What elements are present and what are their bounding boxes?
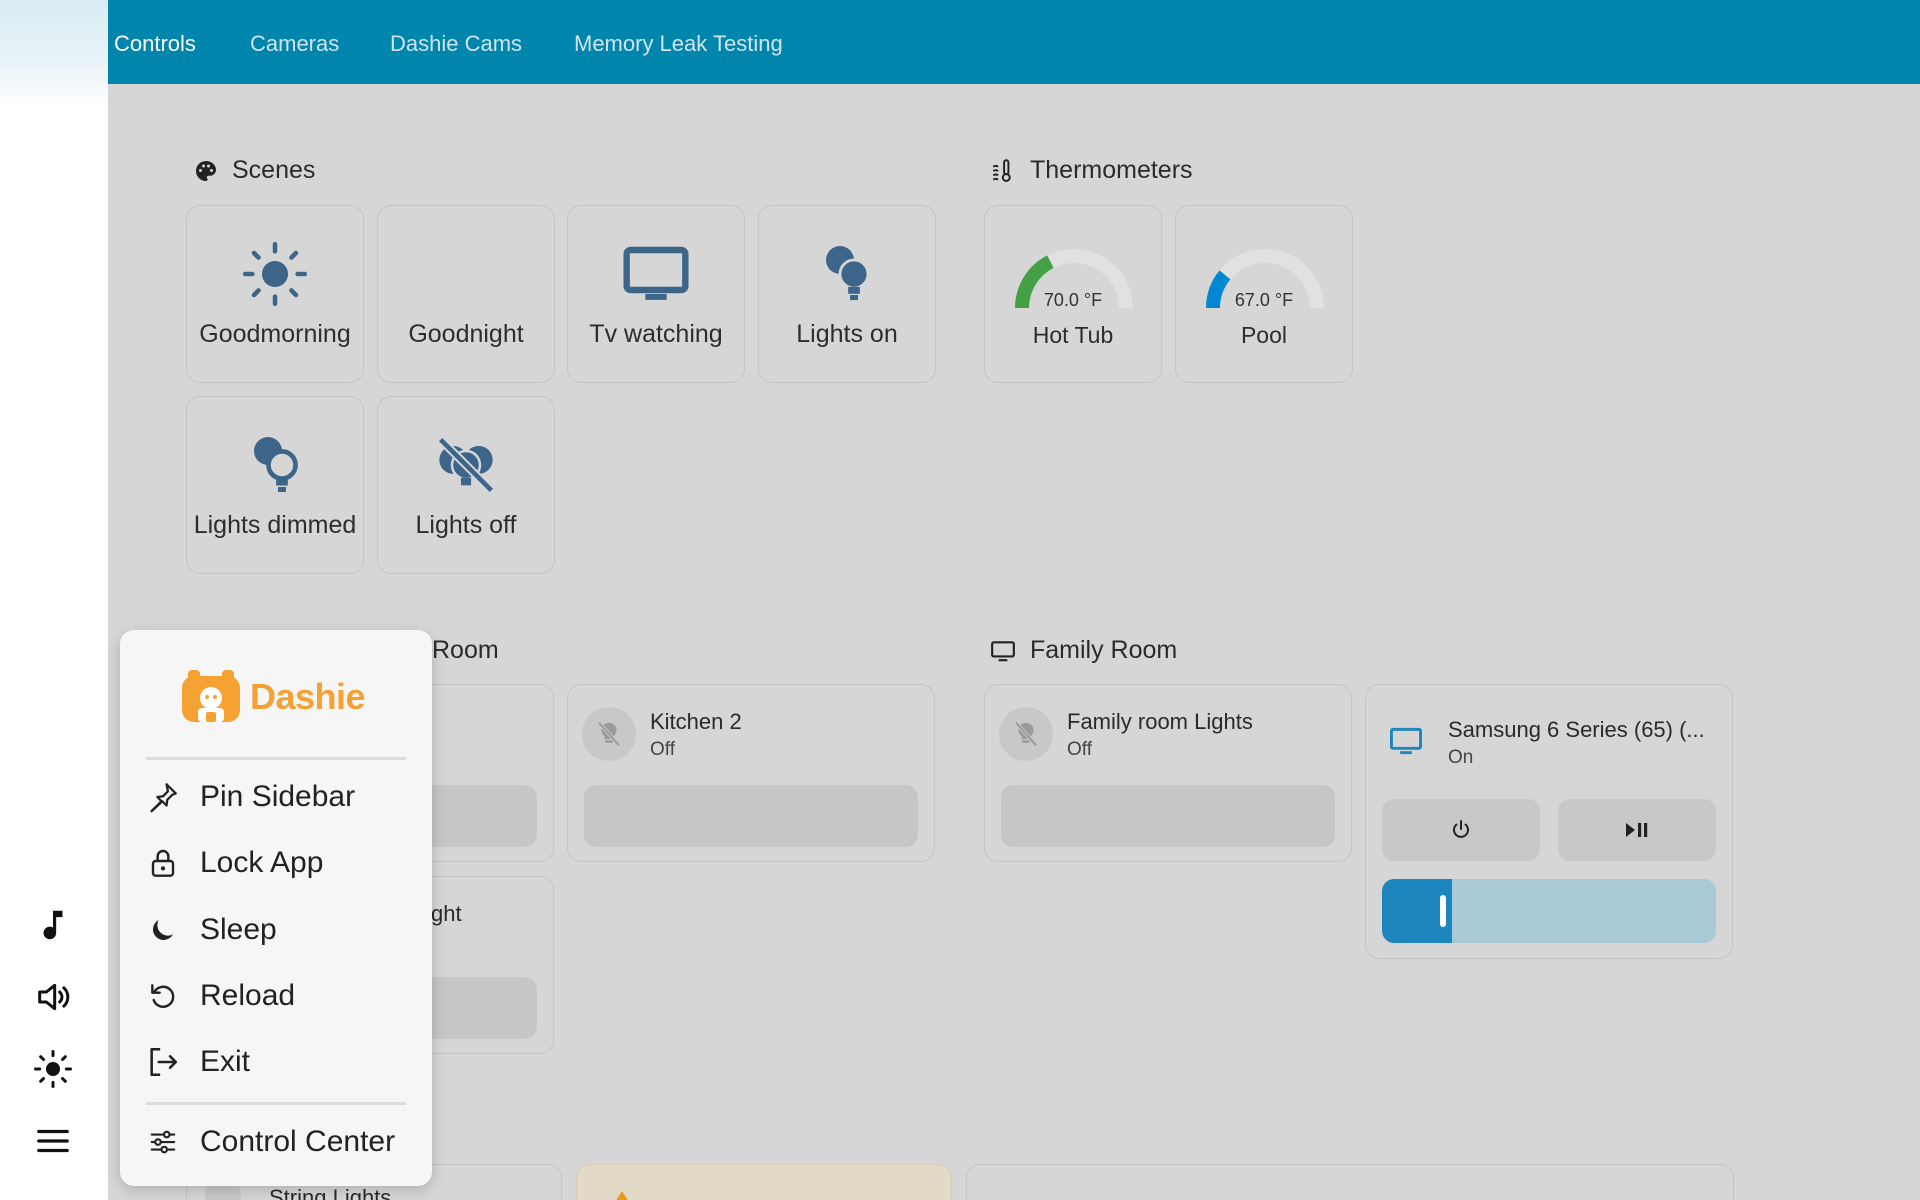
play-pause-button[interactable] [1558,799,1716,861]
light-state: Off [650,739,675,760]
tab-controls[interactable]: Controls [114,31,196,57]
pool-thermometer-icon [992,158,1011,182]
light-name: String Lights [269,1185,392,1200]
menu-item-label: Pin Sidebar [200,780,356,813]
menu-item-label: Reload [200,979,296,1012]
scene-lights-on[interactable]: Lights on [758,205,936,383]
menu-item-lock-app[interactable]: Lock App [146,838,422,888]
menu-item-control-center[interactable]: Control Center [146,1117,422,1167]
exit-icon [146,1045,180,1079]
temperature-value: 70.0 °F [1043,290,1103,310]
family-room-heading: Family Room [990,636,1177,665]
scene-tv-watching[interactable]: Tv watching [567,205,745,383]
bulb-dimmed-icon [247,431,303,499]
sun-icon [241,240,309,308]
light-card-family-room[interactable]: Family room Lights Off [984,684,1352,862]
pin-icon [146,780,180,814]
tune-icon [146,1125,180,1159]
menu-item-label: Lock App [200,846,324,879]
tab-dashie-cams[interactable]: Dashie Cams [390,31,522,57]
lock-icon [146,846,180,880]
top-nav-bar: Controls Cameras Dashie Cams Memory Leak… [108,0,1920,84]
menu-item-exit[interactable]: Exit [146,1037,422,1087]
media-player-state: On [1448,747,1474,768]
light-state: Off [1067,739,1092,760]
rail-logo-area [0,0,108,108]
thermometers-title: Thermometers [1030,156,1193,184]
scene-label: Lights on [796,320,898,348]
menu-item-label: Exit [200,1045,251,1078]
tab-cameras[interactable]: Cameras [250,31,339,57]
bulbs-on-icon [819,240,875,308]
moon-icon [146,913,180,947]
volume-thumb[interactable] [1440,895,1446,927]
menu-item-label: Sleep [200,913,277,946]
menu-item-pin-sidebar[interactable]: Pin Sidebar [146,772,422,822]
scene-lights-off[interactable]: Lights off [377,396,555,574]
menu-divider [146,757,406,760]
power-button[interactable] [1382,799,1540,861]
light-card-kitchen-2[interactable]: Kitchen 2 Off [567,684,935,862]
alert-card[interactable] [576,1164,952,1200]
play-pause-icon [1626,823,1648,837]
scene-goodmorning[interactable]: Goodmorning [186,205,364,383]
power-icon [1453,820,1469,838]
music-note-icon[interactable] [26,898,80,952]
scene-label: Tv watching [589,320,723,348]
media-player-card[interactable]: Samsung 6 Series (65) (... On [1365,684,1733,959]
bulb-off-icon[interactable] [582,707,636,761]
moon-icon [435,240,497,308]
menu-divider [146,1102,406,1105]
thermometers-heading: Thermometers [990,156,1193,185]
menu-item-reload[interactable]: Reload [146,971,422,1021]
menu-item-label: Control Center [200,1125,396,1158]
temperature-value: 67.0 °F [1234,290,1294,310]
scene-label: Goodnight [408,320,524,348]
light-name: Kitchen 2 [650,709,742,734]
brightness-bar[interactable] [1001,785,1335,847]
wide-card[interactable] [966,1164,1734,1200]
monitor-icon [991,640,1015,661]
media-player-name: Samsung 6 Series (65) (... [1448,717,1705,742]
thermometer-name: Pool [1240,322,1288,348]
scene-lights-dimmed[interactable]: Lights dimmed [186,396,364,574]
palette-icon [196,160,216,181]
thermometer-card[interactable]: 67.0 °F Pool [1175,205,1353,383]
thermometer-card[interactable]: 70.0 °F Hot Tub [984,205,1162,383]
menu-icon[interactable] [26,1114,80,1168]
tv-icon [1388,725,1424,762]
menu-item-sleep[interactable]: Sleep [146,905,422,955]
sidebar-menu-popup: Dashie Pin Sidebar Lock App Sleep Reload… [120,630,432,1186]
scenes-title: Scenes [232,156,316,184]
scene-label: Lights off [415,511,517,539]
scene-label: Lights dimmed [193,511,357,539]
volume-icon[interactable] [26,970,80,1024]
warning-icon [613,1191,631,1200]
reload-icon [146,979,180,1013]
dashie-logo: Dashie [180,670,366,724]
scenes-heading: Scenes [194,156,315,185]
dashie-mascot-icon [182,670,240,722]
scene-goodnight[interactable]: Goodnight [377,205,555,383]
light-name: Family room Lights [1067,709,1253,734]
thermometer-name: Hot Tub [1032,322,1114,348]
room-heading: Room [432,636,499,665]
brightness-icon[interactable] [26,1042,80,1096]
bulb-off-icon[interactable] [999,707,1053,761]
bulbs-off-icon [433,431,499,499]
light-name: ght [431,901,462,926]
room-title: Room [432,636,499,664]
brightness-bar[interactable] [584,785,918,847]
family-room-title: Family Room [1030,636,1178,664]
scene-label: Goodmorning [199,320,351,348]
logo-text: Dashie [250,676,366,717]
tv-icon [621,240,691,308]
left-rail [0,0,108,1200]
tab-memory-leak-testing[interactable]: Memory Leak Testing [574,31,783,57]
volume-slider[interactable] [1382,879,1716,943]
